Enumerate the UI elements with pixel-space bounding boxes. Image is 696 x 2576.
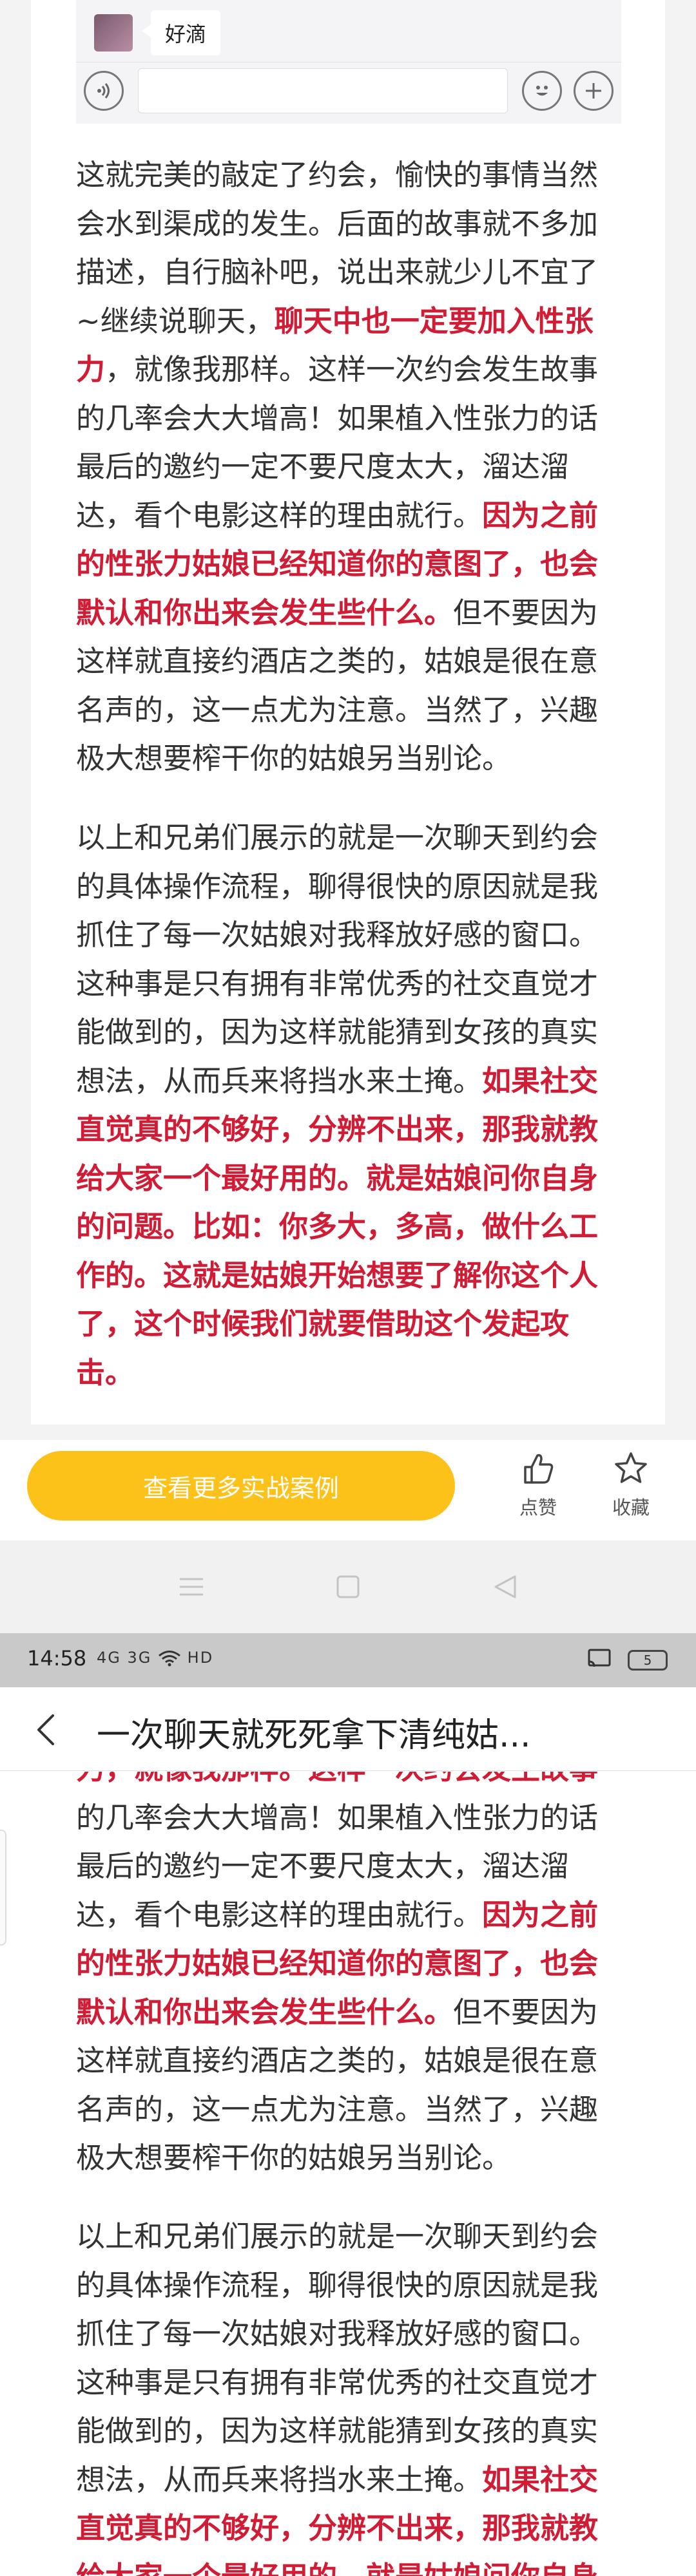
chat-bubble: 好滴 bbox=[141, 10, 221, 55]
article-content-lower: 力，就像我那样。这样一次约会发生故事的几率会大大增高！如果植入性张力的话最后的邀… bbox=[0, 1772, 696, 2576]
bottom-action-bar: 查看更多实战案例 点赞 收藏 bbox=[0, 1440, 696, 1540]
status-bar: 14:58 4G 3G HD 5 bbox=[0, 1633, 696, 1687]
signal-text: 4G 3G bbox=[97, 1649, 152, 1667]
plus-icon bbox=[574, 70, 614, 111]
system-nav-bar bbox=[0, 1540, 696, 1633]
chat-message-row: 好滴 bbox=[94, 9, 221, 57]
paragraph-text: 以上和兄弟们展示的就是一次聊天到约会的具体操作流程，聊得很快的原因就是我抓住了每… bbox=[76, 2219, 599, 2497]
like-label: 点赞 bbox=[519, 1497, 557, 1519]
voice-icon bbox=[84, 70, 124, 111]
article-paragraph: 以上和兄弟们展示的就是一次聊天到约会的具体操作流程，聊得很快的原因就是我抓住了每… bbox=[76, 2212, 621, 2576]
article-paragraph: 这就完美的敲定了约会，愉快的事情当然会水到渠成的发生。后面的故事就不多加描述，自… bbox=[76, 151, 621, 783]
chat-screenshot: 好滴 bbox=[76, 0, 621, 124]
signal-indicator: 4G 3G HD bbox=[97, 1649, 213, 1667]
network-label: HD bbox=[187, 1649, 214, 1667]
favorite-label: 收藏 bbox=[612, 1497, 650, 1519]
favorite-button[interactable]: 收藏 bbox=[595, 1450, 666, 1520]
home-icon[interactable] bbox=[334, 1573, 362, 1600]
wifi-icon bbox=[159, 1651, 180, 1667]
menu-icon[interactable] bbox=[177, 1574, 206, 1600]
paragraph-text: 以上和兄弟们展示的就是一次聊天到约会的具体操作流程，聊得很快的原因就是我抓住了每… bbox=[76, 820, 599, 1098]
app-header: 一次聊天就死死拿下清纯姑... bbox=[0, 1687, 696, 1771]
star-icon bbox=[615, 1452, 647, 1483]
chat-input-bar bbox=[76, 62, 621, 118]
more-cases-button[interactable]: 查看更多实战案例 bbox=[27, 1451, 455, 1520]
highlight-text-partial: 力，就像我那样。这样一次约会发生故事 bbox=[76, 1772, 598, 1786]
thumbs-up-icon bbox=[524, 1454, 554, 1484]
battery-indicator: 5 bbox=[628, 1650, 668, 1671]
highlight-text: 如果社交直觉真的不够好，分辨不出来，那我就教给大家一个最好用的。就是姑娘问你自身… bbox=[76, 1063, 599, 1390]
like-button[interactable]: 点赞 bbox=[503, 1450, 574, 1520]
article-page-background: 好滴 这就完美的敲定了约会，愉快的事情当然会水到渠成的发生。后面的故事就不多加描… bbox=[0, 0, 696, 1440]
chat-text-input bbox=[138, 68, 508, 113]
side-pull-tab[interactable] bbox=[0, 1830, 6, 1946]
back-triangle-icon[interactable] bbox=[490, 1573, 519, 1601]
emoji-icon bbox=[522, 70, 562, 111]
article-paragraph: 力，就像我那样。这样一次约会发生故事的几率会大大增高！如果植入性张力的话最后的邀… bbox=[76, 1772, 621, 2183]
avatar bbox=[94, 14, 133, 52]
chevron-left-icon[interactable] bbox=[28, 1712, 64, 1748]
page-title: 一次聊天就死死拿下清纯姑... bbox=[97, 1716, 531, 1755]
cast-icon bbox=[588, 1649, 611, 1667]
article-paragraph: 以上和兄弟们展示的就是一次聊天到约会的具体操作流程，聊得很快的原因就是我抓住了每… bbox=[76, 813, 621, 1397]
status-time: 14:58 bbox=[27, 1646, 87, 1671]
